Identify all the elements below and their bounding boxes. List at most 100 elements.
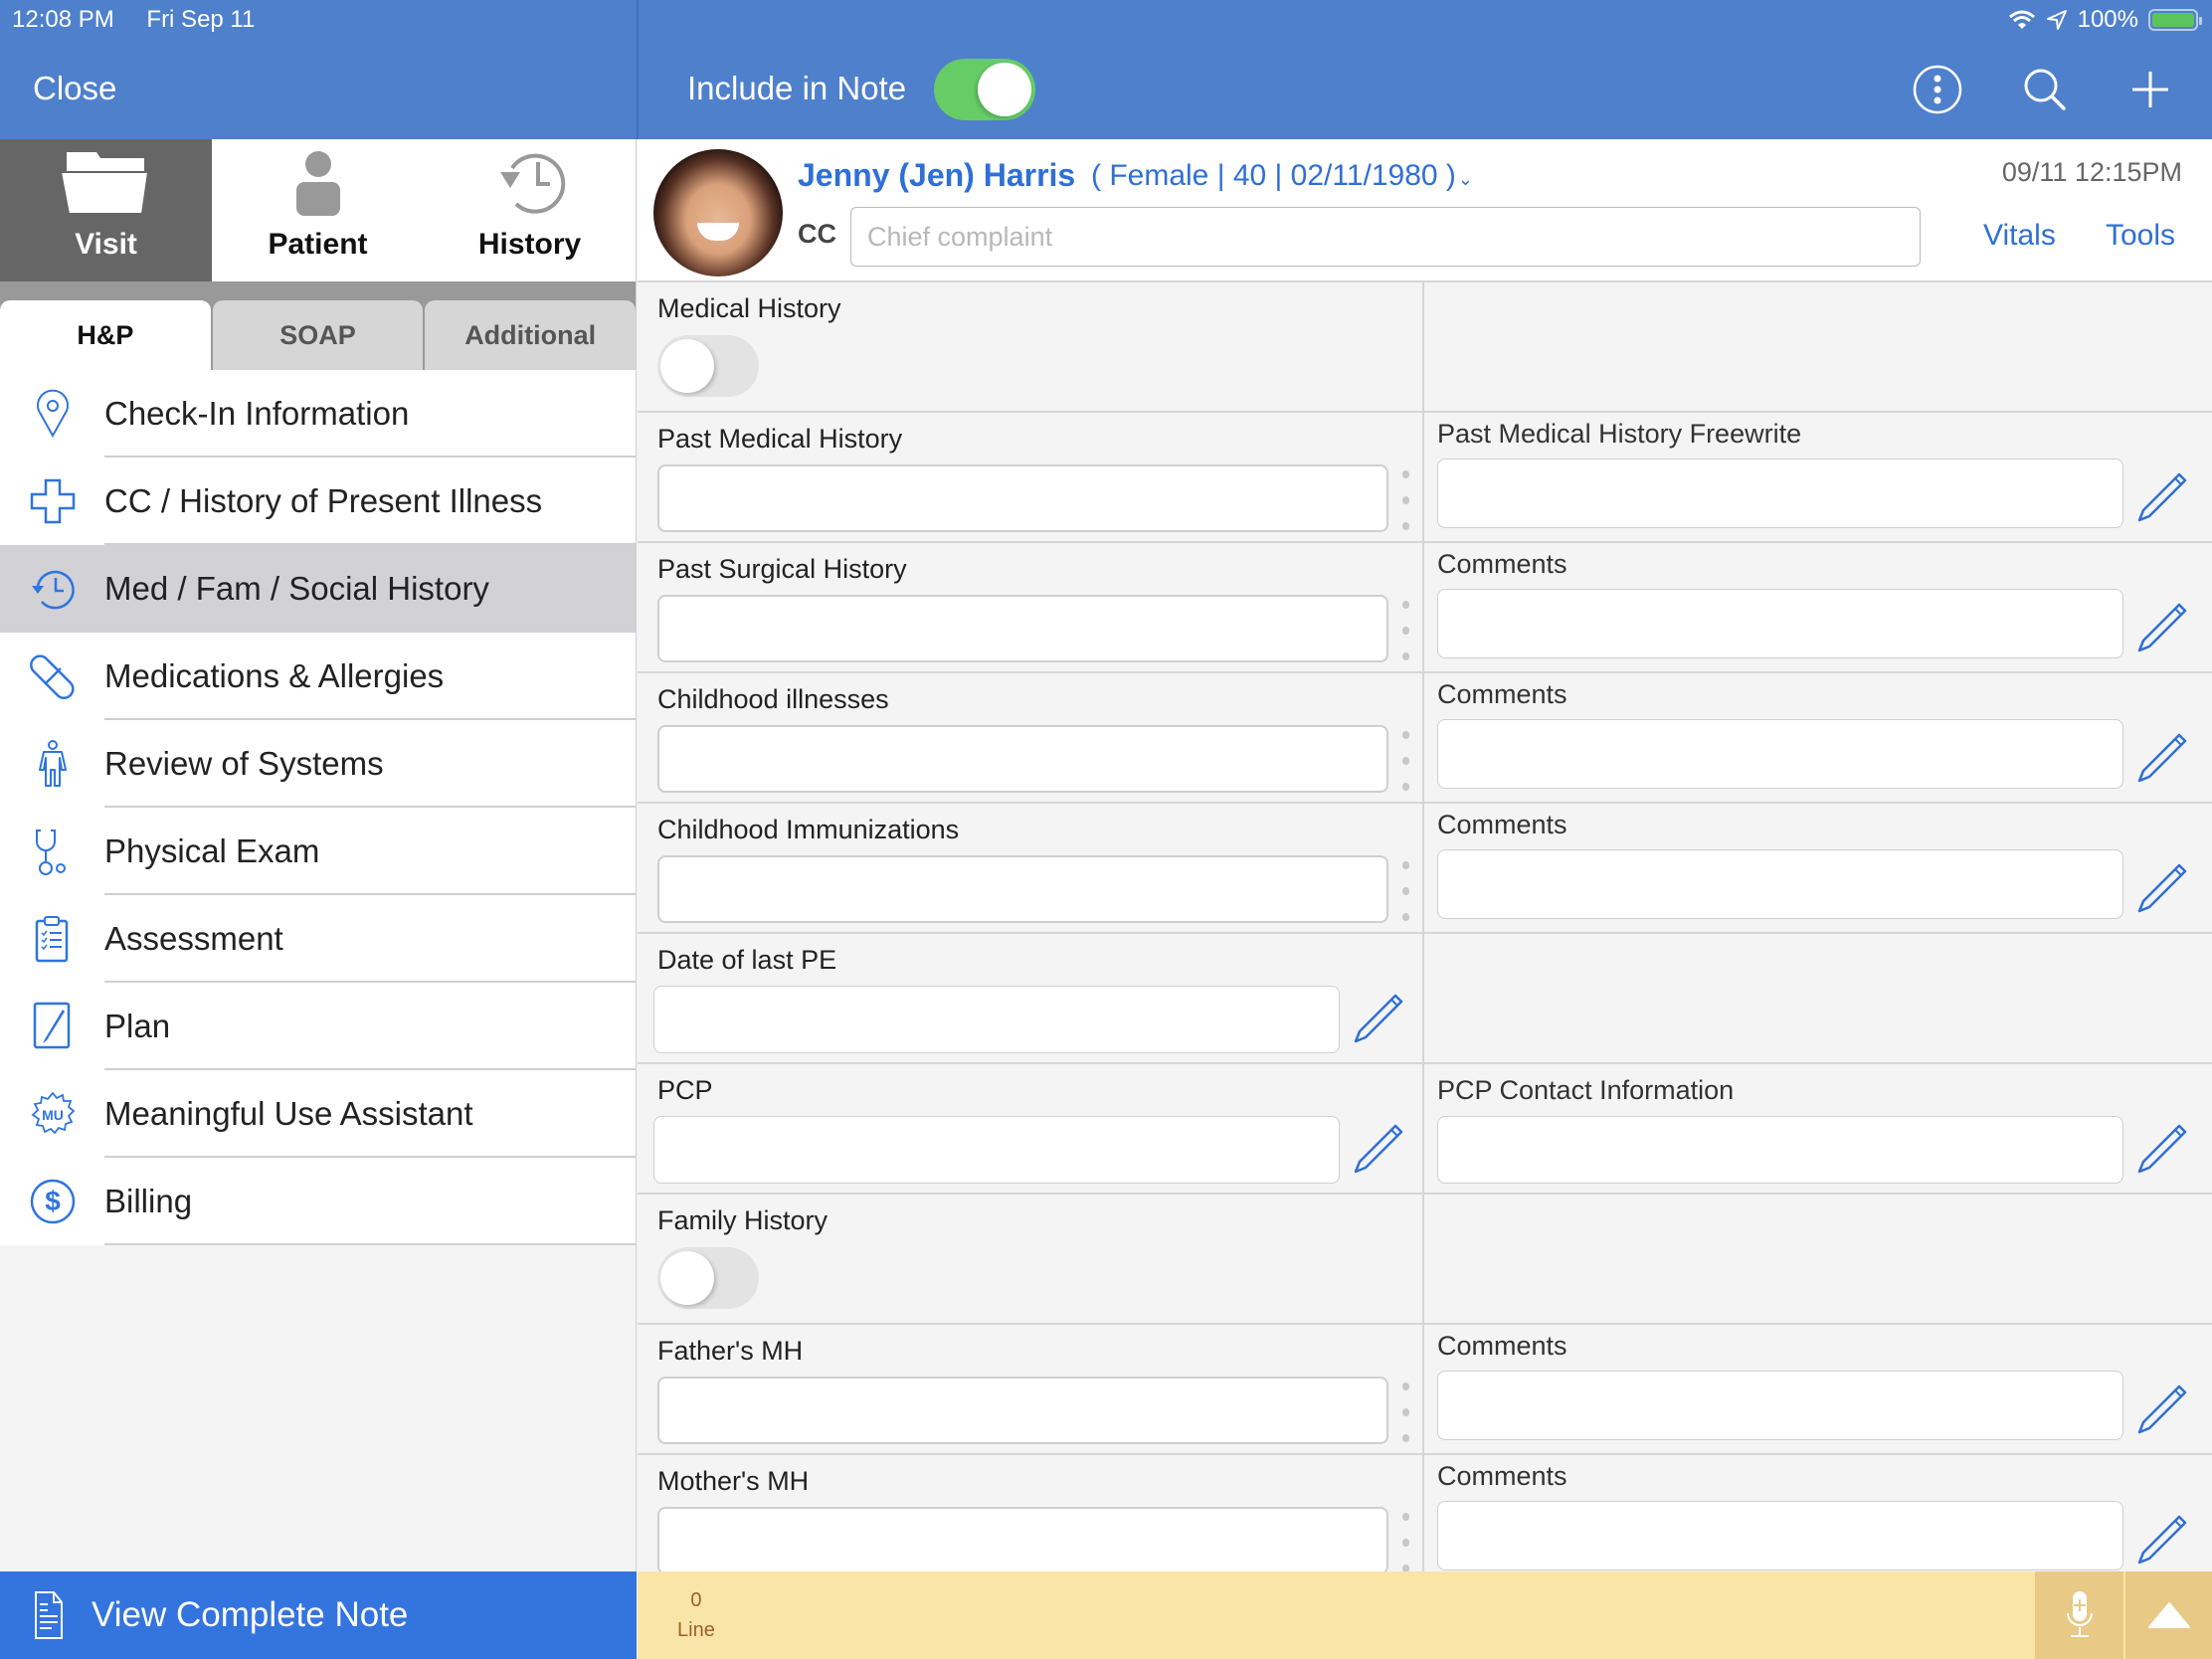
patient-avatar[interactable]	[653, 149, 783, 276]
dictation-mic-button[interactable]	[2035, 1571, 2123, 1659]
section-menu: Check-In Information CC / History of Pre…	[0, 370, 636, 1245]
pencil-icon[interactable]	[2135, 729, 2191, 785]
vitals-link[interactable]: Vitals	[1983, 219, 2056, 253]
form-cell-pcp: PCP	[638, 1064, 1424, 1193]
drag-handle-icon[interactable]	[1399, 601, 1411, 660]
tab-history[interactable]: History	[424, 139, 636, 281]
menu-item-review-of-systems[interactable]: Review of Systems	[0, 720, 636, 808]
app-root: 12:08 PM Fri Sep 11 100% Close Include i…	[0, 0, 2212, 1659]
patient-demographics-text: ( Female | 40 | 02/11/1980 )	[1091, 159, 1456, 192]
pencil-icon[interactable]	[1352, 1120, 1407, 1176]
menu-item-label: Meaningful Use Assistant	[104, 1095, 473, 1132]
menu-item-medications[interactable]: Medications & Allergies	[0, 633, 636, 720]
drag-handle-icon[interactable]	[1399, 1513, 1411, 1572]
childhood-illnesses-field[interactable]	[657, 725, 1388, 793]
menu-item-physical-exam[interactable]: Physical Exam	[0, 808, 636, 895]
comments-field[interactable]	[1437, 849, 2123, 919]
wifi-icon	[2008, 10, 2035, 29]
comments-field[interactable]	[1437, 719, 2123, 789]
form-cell-comments: Comments	[1424, 673, 2211, 802]
view-complete-note-button[interactable]: View Complete Note	[0, 1571, 637, 1659]
svg-text:MU: MU	[42, 1107, 64, 1123]
menu-item-plan[interactable]: Plan	[0, 983, 636, 1070]
pencil-icon[interactable]	[2135, 859, 2191, 915]
field-label: PCP Contact Information	[1437, 1075, 1735, 1105]
pmh-freewrite-field[interactable]	[1437, 459, 2123, 528]
menu-item-cc-hpi[interactable]: CC / History of Present Illness	[0, 458, 636, 545]
pen-document-icon	[33, 1002, 70, 1049]
patient-demographics[interactable]: ( Female | 40 | 02/11/1980 ) ⌄	[1091, 159, 1473, 193]
childhood-immunizations-field[interactable]	[657, 855, 1388, 923]
pencil-icon[interactable]	[2135, 599, 2191, 654]
menu-item-assessment[interactable]: Assessment	[0, 895, 636, 983]
menu-item-label: Physical Exam	[104, 832, 320, 869]
family-history-toggle[interactable]	[657, 1247, 759, 1309]
tab-patient[interactable]: Patient	[212, 139, 424, 281]
field-label: Childhood Immunizations	[657, 815, 960, 844]
patient-header: Jenny (Jen) Harris ( Female | 40 | 02/11…	[638, 139, 2212, 282]
comments-field[interactable]	[1437, 1501, 2123, 1570]
date-of-last-pe-field[interactable]	[653, 986, 1340, 1053]
status-date: Fri Sep 11	[146, 6, 256, 33]
menu-item-check-in[interactable]: Check-In Information	[0, 370, 636, 458]
form-cell-past-medical-history: Past Medical History	[638, 413, 1424, 541]
svg-text:$: $	[45, 1186, 61, 1216]
fathers-mh-field[interactable]	[657, 1377, 1388, 1444]
pill-icon	[29, 654, 75, 699]
past-surgical-history-field[interactable]	[657, 595, 1388, 662]
drag-handle-icon[interactable]	[1399, 470, 1411, 530]
close-button[interactable]: Close	[33, 70, 116, 107]
mothers-mh-field[interactable]	[657, 1507, 1388, 1574]
field-label: Childhood illnesses	[657, 684, 889, 714]
more-icon[interactable]	[1912, 64, 1963, 115]
pencil-icon[interactable]	[2135, 1381, 2191, 1436]
menu-item-billing[interactable]: $ Billing	[0, 1158, 636, 1245]
tab-visit[interactable]: Visit	[0, 139, 212, 281]
medical-history-toggle[interactable]	[657, 335, 759, 397]
subtab-hp[interactable]: H&P	[0, 300, 211, 370]
pcp-field[interactable]	[653, 1116, 1340, 1184]
location-arrow-icon	[2046, 10, 2067, 30]
search-icon[interactable]	[2019, 64, 2071, 115]
stethoscope-icon	[35, 830, 66, 875]
dictation-bar: 0 Line	[638, 1571, 2212, 1659]
form-cell-past-surgical-history: Past Surgical History	[638, 543, 1424, 671]
form-row: Childhood Immunizations Comments	[638, 804, 2212, 934]
field-label: Medical History	[657, 293, 841, 323]
menu-item-meaningful-use[interactable]: MU Meaningful Use Assistant	[0, 1070, 636, 1158]
form-cell-childhood-immunizations: Childhood Immunizations	[638, 804, 1424, 932]
form-cell-empty	[1424, 1195, 2211, 1323]
field-label: Comments	[1437, 810, 1567, 839]
field-label: PCP	[657, 1075, 713, 1105]
subtab-additional[interactable]: Additional	[425, 300, 637, 370]
include-in-note-toggle[interactable]	[934, 59, 1035, 120]
pencil-icon[interactable]	[1352, 990, 1407, 1045]
drag-handle-icon[interactable]	[1399, 1382, 1411, 1442]
main-tabs: Visit Patient History	[0, 139, 636, 281]
form-cell-comments: Comments	[1424, 804, 2211, 932]
drag-handle-icon[interactable]	[1399, 861, 1411, 921]
pencil-icon[interactable]	[2135, 468, 2191, 524]
form-cell-childhood-illnesses: Childhood illnesses	[638, 673, 1424, 802]
field-label: Comments	[1437, 679, 1567, 709]
pcp-contact-field[interactable]	[1437, 1116, 2123, 1184]
form-row: Mother's MH Comments	[638, 1455, 2212, 1585]
menu-item-med-fam-social[interactable]: Med / Fam / Social History	[0, 545, 636, 633]
expand-up-button[interactable]	[2125, 1571, 2212, 1659]
left-panel: Visit Patient History H&P SOAP Additiona…	[0, 139, 637, 1659]
chief-complaint-input[interactable]	[850, 207, 1921, 267]
patient-name[interactable]: Jenny (Jen) Harris	[798, 157, 1075, 194]
tools-link[interactable]: Tools	[2106, 219, 2175, 253]
pencil-icon[interactable]	[2135, 1511, 2191, 1567]
comments-field[interactable]	[1437, 1371, 2123, 1440]
subtab-soap[interactable]: SOAP	[212, 300, 424, 370]
add-icon[interactable]	[2124, 64, 2176, 115]
form-row: Past Medical History Past Medical Histor…	[638, 413, 2212, 543]
comments-field[interactable]	[1437, 589, 2123, 658]
past-medical-history-field[interactable]	[657, 464, 1388, 532]
dollar-circle-icon: $	[30, 1179, 75, 1224]
drag-handle-icon[interactable]	[1399, 731, 1411, 791]
status-bar-right: 100%	[2008, 6, 2202, 34]
tab-visit-label: Visit	[75, 228, 137, 261]
pencil-icon[interactable]	[2135, 1120, 2191, 1176]
